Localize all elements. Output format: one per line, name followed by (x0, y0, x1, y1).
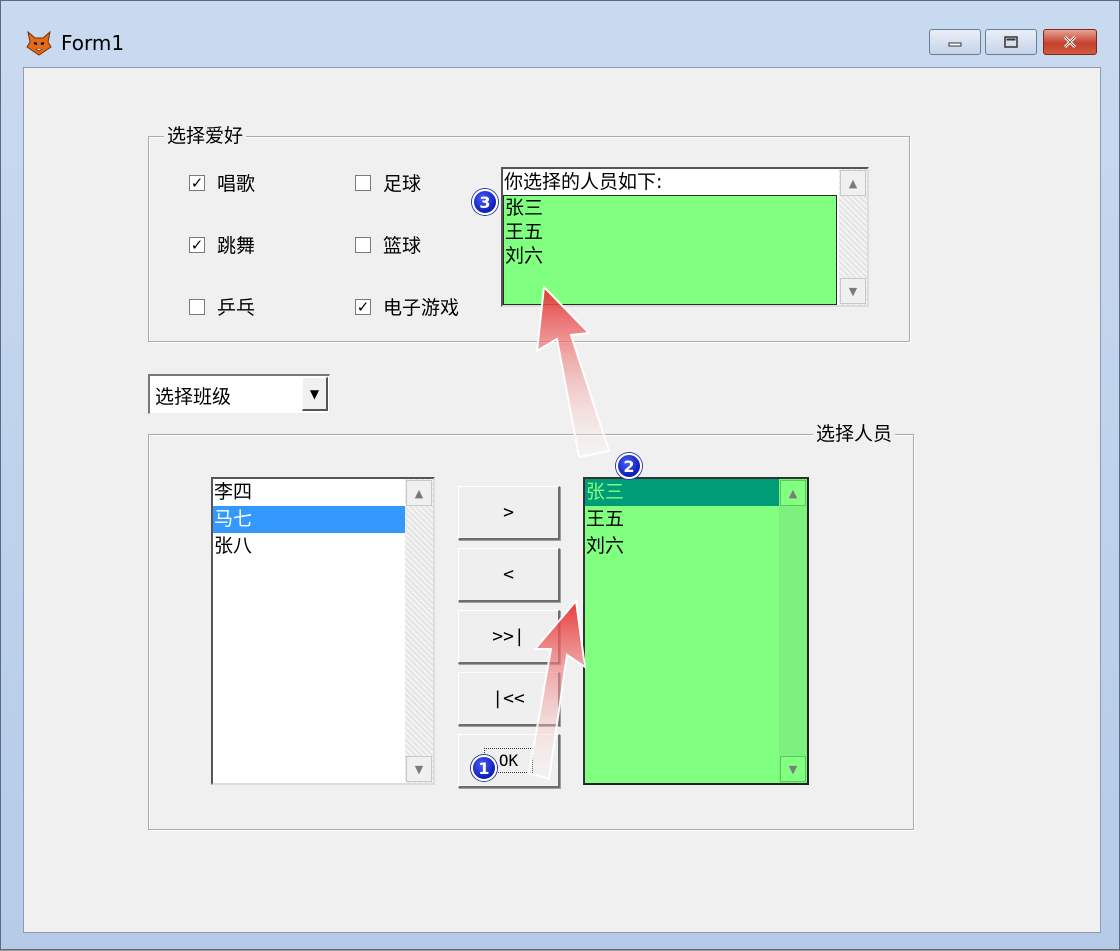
checkbox-football[interactable]: 足球 (355, 169, 421, 196)
checkbox-checked-icon: ✓ (355, 297, 371, 316)
close-icon (1063, 35, 1077, 49)
class-combobox-value: 选择班级 (155, 386, 232, 408)
scroll-up-arrow-icon[interactable]: ▲ (840, 170, 866, 196)
checkbox-sing[interactable]: ✓ 唱歌 (189, 169, 255, 196)
selected-item[interactable]: 刘六 (585, 533, 807, 560)
checkbox-dance[interactable]: ✓ 跳舞 (189, 231, 255, 258)
checkbox-video-games[interactable]: ✓ 电子游戏 (355, 293, 459, 320)
available-scrollbar[interactable]: ▲ ▼ (405, 479, 433, 783)
move-left-button[interactable]: < (458, 548, 560, 602)
result-highlight-block: 张三 王五 刘六 (503, 195, 837, 305)
hobbies-legend: 选择爱好 (164, 125, 247, 147)
scroll-down-arrow-icon[interactable]: ▼ (406, 756, 432, 782)
result-item[interactable]: 刘六 (504, 244, 836, 268)
move-right-button[interactable]: > (458, 486, 560, 540)
checkbox-checked-icon: ✓ (189, 235, 205, 254)
scroll-down-arrow-icon[interactable]: ▼ (840, 278, 866, 304)
checkbox-sing-label: 唱歌 (217, 173, 256, 195)
move-all-right-button[interactable]: >>| (458, 610, 560, 664)
scroll-down-arrow-icon[interactable]: ▼ (780, 756, 806, 782)
maximize-icon (1004, 36, 1018, 48)
maximize-button[interactable] (985, 29, 1037, 55)
available-item-selected[interactable]: 马七 (213, 506, 405, 533)
people-legend: 选择人员 (812, 423, 895, 445)
result-scrollbar[interactable]: ▲ ▼ (839, 169, 867, 305)
form-client-area: 选择爱好 ✓ 唱歌 足球 ✓ 跳舞 篮球 乒乓 ✓ 电子游戏 你选择的人员如下:… (23, 67, 1101, 933)
scroll-up-arrow-icon[interactable]: ▲ (780, 480, 806, 506)
selected-scrollbar[interactable]: ▲ ▼ (779, 479, 807, 783)
selected-listbox[interactable]: 张三 王五 刘六 ▲ ▼ (583, 477, 809, 785)
available-item[interactable]: 李四 (213, 479, 433, 506)
checkbox-empty-icon (355, 174, 371, 191)
result-item[interactable]: 张三 (504, 196, 836, 220)
checkbox-basketball[interactable]: 篮球 (355, 231, 421, 258)
class-combobox[interactable]: 选择班级 ▼ (148, 374, 330, 414)
annotation-badge-2: 2 (616, 453, 642, 479)
checkbox-video-games-label: 电子游戏 (383, 297, 460, 319)
close-button[interactable] (1043, 29, 1097, 55)
selected-item-highlighted[interactable]: 张三 (585, 479, 779, 506)
annotation-badge-3: 3 (472, 189, 498, 215)
available-listbox[interactable]: 李四 马七 张八 ▲ ▼ (211, 477, 435, 785)
form-window: Form1 选择爱好 ✓ 唱歌 足球 ✓ 跳舞 篮球 乒乓 ✓ 电子游戏 你选择… (0, 0, 1120, 950)
hobbies-groupbox: 选择爱好 ✓ 唱歌 足球 ✓ 跳舞 篮球 乒乓 ✓ 电子游戏 你选择的人员如下:… (148, 125, 910, 342)
checkbox-football-label: 足球 (383, 173, 422, 195)
available-item[interactable]: 张八 (213, 533, 433, 560)
checkbox-dance-label: 跳舞 (217, 235, 256, 257)
minimize-button[interactable] (929, 29, 981, 55)
checkbox-checked-icon: ✓ (189, 173, 205, 192)
fox-app-icon (26, 30, 52, 56)
annotation-badge-1: 1 (471, 755, 497, 781)
result-item[interactable]: 王五 (504, 220, 836, 244)
checkbox-pingpong[interactable]: 乒乓 (189, 293, 255, 320)
checkbox-empty-icon (355, 236, 371, 253)
selected-item[interactable]: 王五 (585, 506, 807, 533)
dropdown-arrow-icon[interactable]: ▼ (302, 377, 328, 411)
result-listbox[interactable]: 你选择的人员如下: 张三 王五 刘六 ▲ ▼ (501, 167, 869, 307)
result-header: 你选择的人员如下: (504, 171, 663, 193)
checkbox-pingpong-label: 乒乓 (217, 297, 256, 319)
title-bar[interactable]: Form1 (1, 1, 1119, 71)
checkbox-basketball-label: 篮球 (383, 235, 422, 257)
minimize-icon (948, 42, 962, 47)
window-title: Form1 (61, 31, 125, 55)
scroll-up-arrow-icon[interactable]: ▲ (406, 480, 432, 506)
move-all-left-button[interactable]: |<< (458, 672, 560, 726)
checkbox-empty-icon (189, 298, 205, 315)
